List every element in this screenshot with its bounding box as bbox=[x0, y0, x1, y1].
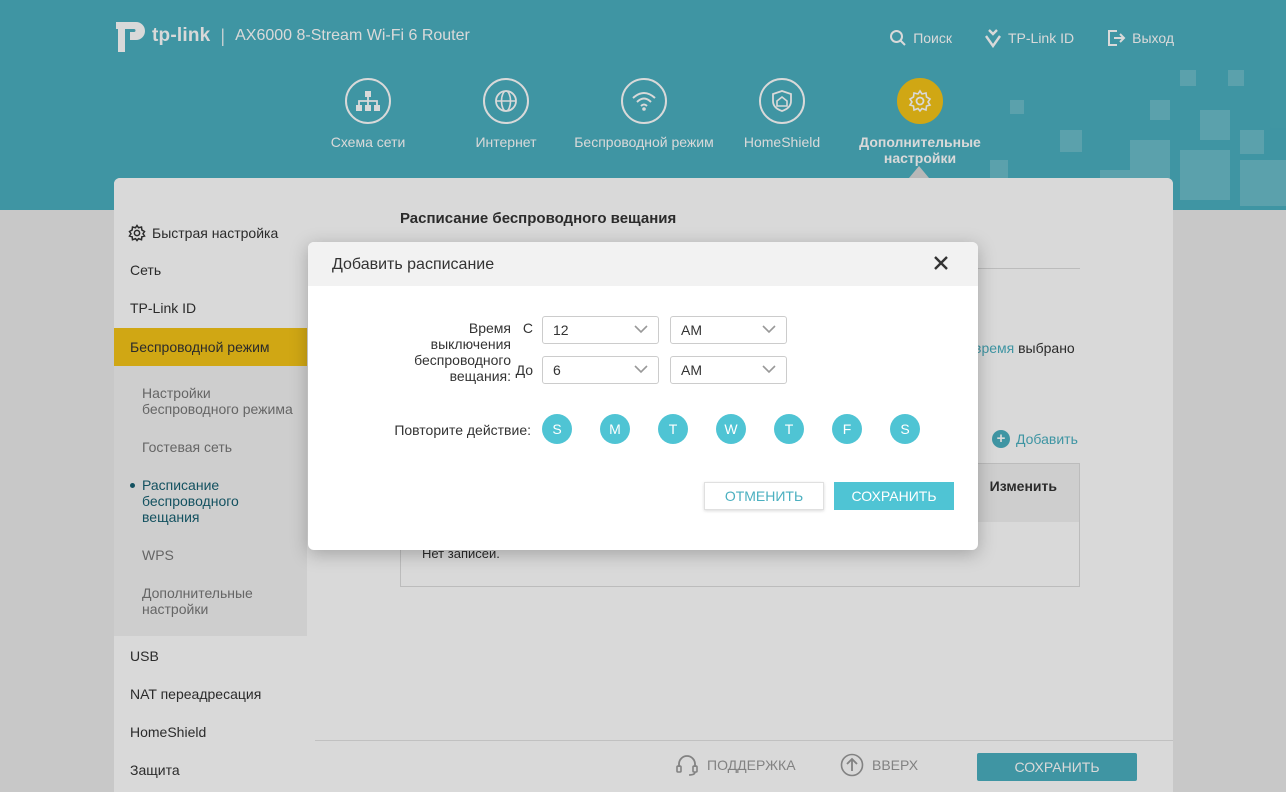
dialog-title: Добавить расписание bbox=[332, 256, 495, 273]
day-toggle-tuesday[interactable]: T bbox=[658, 414, 688, 444]
from-ampm-value: AM bbox=[681, 322, 702, 338]
to-label: До bbox=[515, 362, 533, 378]
day-toggle-monday[interactable]: M bbox=[600, 414, 630, 444]
to-ampm-select[interactable]: AM bbox=[670, 356, 787, 384]
chevron-down-icon bbox=[634, 365, 648, 374]
dialog-header: Добавить расписание bbox=[308, 242, 978, 286]
cancel-button[interactable]: ОТМЕНИТЬ bbox=[704, 482, 824, 510]
day-toggle-sunday[interactable]: S bbox=[542, 414, 572, 444]
from-label: С bbox=[522, 320, 533, 336]
day-toggle-wednesday[interactable]: W bbox=[716, 414, 746, 444]
to-hour-value: 6 bbox=[553, 362, 561, 378]
from-ampm-select[interactable]: AM bbox=[670, 316, 787, 344]
day-toggle-saturday[interactable]: S bbox=[890, 414, 920, 444]
chevron-down-icon bbox=[762, 325, 776, 334]
save-button[interactable]: СОХРАНИТЬ bbox=[834, 482, 954, 510]
off-time-label: Время выключения беспроводного вещания: bbox=[414, 320, 511, 384]
chevron-down-icon bbox=[762, 365, 776, 374]
to-ampm-value: AM bbox=[681, 362, 702, 378]
add-schedule-dialog: Добавить расписание Время выключения бес… bbox=[308, 242, 978, 550]
day-toggle-friday[interactable]: F bbox=[832, 414, 862, 444]
close-icon[interactable] bbox=[932, 254, 950, 272]
to-hour-select[interactable]: 6 bbox=[542, 356, 659, 384]
day-toggle-thursday[interactable]: T bbox=[774, 414, 804, 444]
from-hour-value: 12 bbox=[553, 322, 569, 338]
repeat-label: Повторите действие: bbox=[394, 422, 531, 438]
chevron-down-icon bbox=[634, 325, 648, 334]
from-hour-select[interactable]: 12 bbox=[542, 316, 659, 344]
